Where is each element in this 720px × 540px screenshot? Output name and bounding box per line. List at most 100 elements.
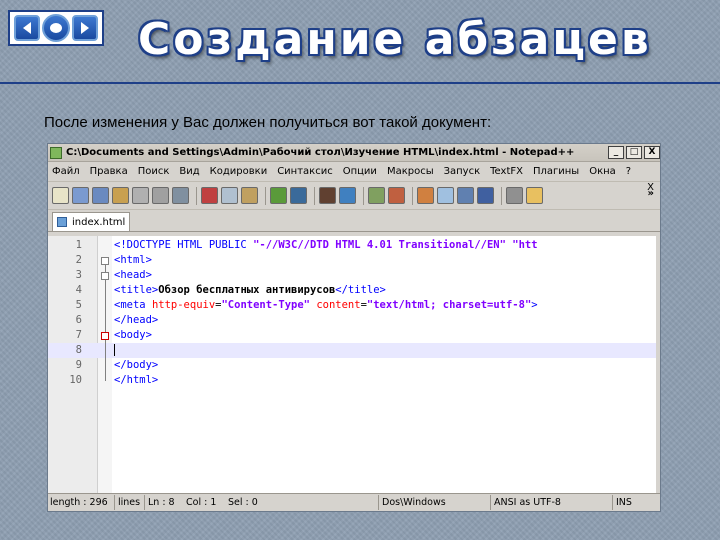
redo-icon[interactable] [290,187,307,204]
line-code: <!DOCTYPE HTML PUBLIC "-//W3C//DTD HTML … [114,238,538,253]
doctype-token: <!DOCTYPE HTML PUBLIC [114,239,254,251]
text-caret [114,344,115,356]
line-code: <html> [114,253,152,268]
close-button[interactable]: X [644,146,660,159]
status-eol: Dos\Windows [382,497,446,508]
word-wrap-icon[interactable] [457,187,474,204]
fold-toggle-icon[interactable] [101,332,109,340]
line-code: </html> [114,373,158,388]
close-all-icon[interactable] [152,187,169,204]
status-divider [144,495,145,510]
replace-icon[interactable] [339,187,356,204]
cut-icon[interactable] [201,187,218,204]
code-line: 2 <html> [48,253,660,268]
fold-toggle-icon[interactable] [101,272,109,280]
indent-guide-icon[interactable] [506,187,523,204]
line-code: <body> [114,328,152,343]
find-icon[interactable] [319,187,336,204]
slide-title: Создание абзацев [138,14,652,65]
maximize-button[interactable]: □ [626,146,642,159]
code-line: 10 </html> [48,373,660,388]
toolbar-separator [412,186,413,205]
paste-icon[interactable] [241,187,258,204]
slide-subtitle: После изменения у Вас должен получиться … [44,114,492,131]
toolbar-separator [196,186,197,205]
back-button[interactable] [14,15,40,41]
line-number: 9 [75,359,82,371]
menu-item[interactable]: Файл [52,166,80,177]
menu-item[interactable]: Окна [589,166,616,177]
window-title: C:\Documents and Settings\Admin\Рабочий … [66,147,575,158]
minimize-button[interactable]: _ [608,146,624,159]
menu-item[interactable]: Плагины [533,166,579,177]
code-line: 7 <body> [48,328,660,343]
home-button[interactable] [42,14,70,42]
fold-guide [105,265,106,381]
print-icon[interactable] [172,187,189,204]
fold-toggle-icon[interactable] [101,257,109,265]
menu-item[interactable]: Вид [179,166,199,177]
status-lines: lines [118,497,141,508]
tag-token: <html> [114,254,152,266]
line-code: <head> [114,268,152,283]
tag-token: <body> [114,329,152,341]
menu-item[interactable]: Кодировки [210,166,268,177]
toolbar-more-button[interactable]: » [648,188,654,199]
sync-h-icon[interactable] [437,187,454,204]
vertical-scrollbar[interactable] [656,236,660,493]
title-divider [0,82,720,84]
status-length: length : 296 [50,497,108,508]
arrow-right-icon [81,22,89,34]
undo-icon[interactable] [270,187,287,204]
menu-item[interactable]: TextFX [490,166,523,177]
menu-item[interactable]: Макросы [387,166,434,177]
menu-item[interactable]: Правка [90,166,128,177]
zoom-in-icon[interactable] [368,187,385,204]
user-lang-icon[interactable] [526,187,543,204]
attribute-token: content [310,299,361,311]
line-code: <title>Обзор бесплатных антивирусов</tit… [114,283,386,298]
menu-item[interactable]: Поиск [138,166,170,177]
menu-item[interactable]: Синтаксис [277,166,333,177]
zoom-out-icon[interactable] [388,187,405,204]
menu-item[interactable]: Запуск [444,166,481,177]
show-all-icon[interactable] [477,187,494,204]
line-number: 7 [75,329,82,341]
code-line: 1 <!DOCTYPE HTML PUBLIC "-//W3C//DTD HTML… [48,238,660,253]
line-number: 4 [75,284,82,296]
file-icon [57,217,67,227]
save-all-icon[interactable] [112,187,129,204]
line-number: 5 [75,299,82,311]
sync-v-icon[interactable] [417,187,434,204]
copy-icon[interactable] [221,187,238,204]
toolbar-separator [314,186,315,205]
forward-button[interactable] [72,15,98,41]
close-icon[interactable] [132,187,149,204]
line-number: 8 [75,344,82,356]
status-divider [114,495,115,510]
code-editor[interactable]: 1 <!DOCTYPE HTML PUBLIC "-//W3C//DTD HTML… [48,236,660,493]
code-line: 6 </head> [48,313,660,328]
arrow-left-icon [23,22,31,34]
string-token: "htt [505,239,538,251]
string-token: "Content-Type" [221,299,310,311]
tab-bar: index.html [48,210,660,232]
tab-label: index.html [72,216,126,228]
notepad-icon [50,146,62,159]
toolbar-separator [363,186,364,205]
new-file-icon[interactable] [52,187,69,204]
tab-index-html[interactable]: index.html [52,212,130,231]
toolbar-separator [265,186,266,205]
status-divider [378,495,379,510]
tag-token: </head> [114,314,159,326]
line-number: 10 [69,374,82,386]
tag-token: <meta [114,299,152,311]
line-code: <meta http-equiv="Content-Type" content=… [114,298,538,313]
status-bar: length : 296 lines Ln : 8 Col : 1 Sel : … [48,493,660,511]
save-icon[interactable] [92,187,109,204]
menu-item[interactable]: Опции [343,166,377,177]
line-number: 2 [75,254,82,266]
line-number: 1 [75,239,82,251]
open-file-icon[interactable] [72,187,89,204]
menu-item[interactable]: ? [626,166,631,177]
